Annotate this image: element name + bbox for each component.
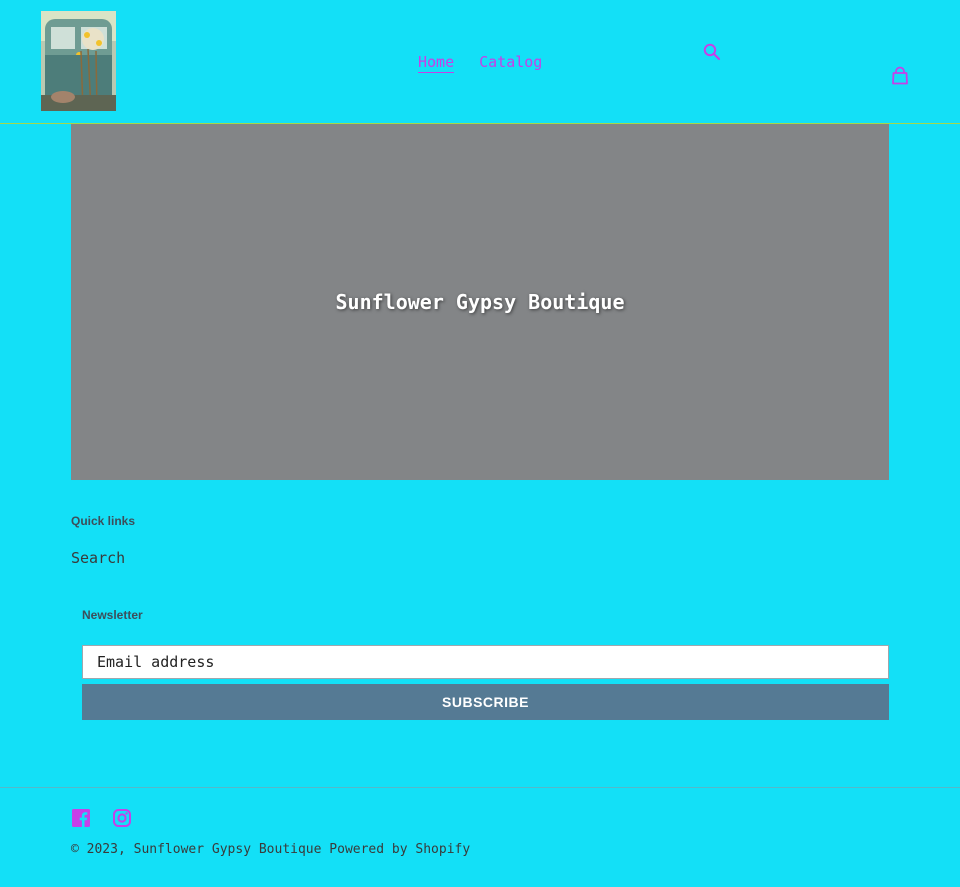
instagram-icon[interactable] — [112, 808, 132, 828]
newsletter-heading: Newsletter — [82, 608, 143, 622]
main-nav: Home Catalog — [418, 52, 542, 73]
copyright-prefix: © 2023, — [71, 842, 126, 857]
hero-banner: Sunflower Gypsy Boutique — [71, 124, 889, 480]
logo-image — [41, 11, 116, 111]
powered-by-link[interactable]: Powered by Shopify — [329, 842, 470, 857]
footer-divider — [0, 787, 960, 788]
email-field[interactable] — [82, 645, 889, 679]
cart-icon[interactable] — [890, 66, 910, 86]
copyright: © 2023, Sunflower Gypsy Boutique Powered… — [71, 842, 470, 857]
store-name-link[interactable]: Sunflower Gypsy Boutique — [134, 842, 322, 857]
subscribe-button[interactable]: SUBSCRIBE — [82, 684, 889, 720]
nav-link-home[interactable]: Home — [418, 52, 455, 73]
footer-link-search[interactable]: Search — [71, 549, 125, 567]
hero-title: Sunflower Gypsy Boutique — [335, 289, 625, 314]
nav-link-catalog[interactable]: Catalog — [479, 52, 542, 73]
store-logo[interactable] — [41, 11, 116, 111]
search-icon[interactable] — [702, 42, 722, 62]
quick-links-heading: Quick links — [71, 514, 136, 528]
facebook-icon[interactable] — [71, 808, 91, 828]
site-header: Home Catalog — [0, 0, 960, 124]
